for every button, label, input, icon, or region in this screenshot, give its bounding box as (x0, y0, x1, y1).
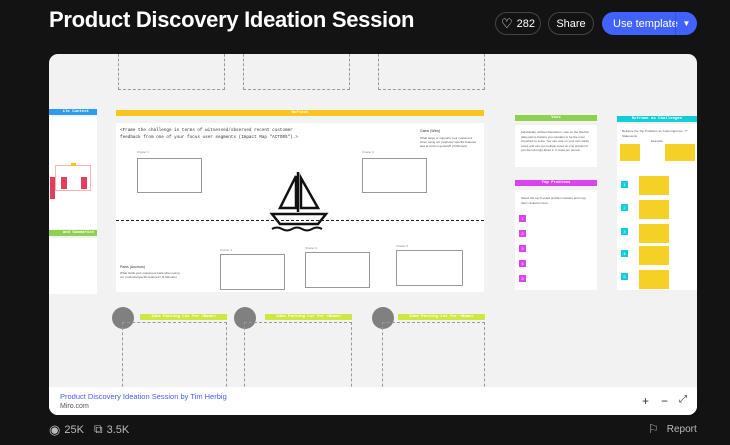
reflect-prompt: <Frame the challenge in terms of witness… (120, 128, 293, 133)
cluster-box (305, 252, 370, 288)
flag-icon: ⚐ (648, 422, 659, 436)
sticky-note (639, 200, 669, 219)
embed-footer: Product Discovery Ideation Session by Ti… (49, 387, 697, 415)
site-label: Miro.com (60, 403, 89, 410)
pains-text: What holds your customers back when usin… (120, 271, 180, 279)
sticky-note (639, 270, 669, 289)
rank-badge: 2 (621, 204, 628, 211)
cluster-label: Cluster 4 (305, 246, 318, 250)
top-problems-panel: Select the top 5 voted problem clusters … (515, 190, 597, 290)
dashed-frame (118, 54, 225, 90)
summarize-header: and Summarize (49, 230, 97, 236)
waterline (116, 220, 484, 221)
rank-badge: 2 (519, 230, 526, 237)
copy-count: ⧉ 3.5K (94, 422, 130, 436)
gains-text: What helps or supports your customers wh… (420, 136, 477, 148)
dashed-frame (378, 54, 485, 90)
cluster-box (220, 254, 285, 290)
context-panel (49, 117, 97, 229)
fullscreen-icon[interactable]: ⤢ (679, 394, 687, 405)
eye-icon: ◉ (49, 422, 61, 437)
rank-badge: 5 (519, 275, 526, 282)
board-link[interactable]: Product Discovery Ideation Session by Ti… (60, 392, 227, 401)
cluster-box (362, 158, 427, 193)
parking-lot-header: Idea Parking Lot for <Name> (140, 314, 227, 320)
example-label: Example (651, 139, 663, 143)
rank-badge: 4 (519, 260, 526, 267)
board-preview[interactable]: ile Context and Summarize Reflect <Frame… (49, 54, 697, 415)
gains-title: Gains (Wins) (420, 129, 441, 133)
view-count: ◉ 25K (49, 422, 84, 437)
cluster-box (396, 250, 463, 286)
cluster-label: Cluster 5 (396, 244, 409, 248)
summarize-panel (49, 238, 97, 294)
reframe-text: Reframe the Top Problems as "How might w… (622, 129, 688, 138)
heart-icon: ♡ (500, 15, 513, 31)
sticky-note (639, 224, 669, 243)
rank-badge: 3 (519, 245, 526, 252)
reflect-panel: <Frame the challenge in terms of witness… (116, 123, 484, 292)
zoom-out-icon[interactable]: − (661, 394, 668, 408)
cluster-label: Cluster 1 (137, 150, 150, 154)
context-header: ile Context (49, 109, 97, 115)
use-template-button[interactable]: Use template ▼ (602, 12, 697, 35)
rank-badge: 3 (621, 228, 628, 235)
reframe-header: Reframe as Challenges (617, 116, 697, 122)
sailboat-icon (266, 166, 334, 234)
rank-badge: 1 (519, 215, 526, 222)
parking-lot-header: Idea Parking Lot for <Name> (265, 314, 352, 320)
rank-badge: 1 (621, 181, 628, 188)
cluster-label: Cluster 3 (220, 248, 233, 252)
cluster-box (137, 158, 202, 193)
sticky-note (639, 176, 669, 195)
pains-title: Pains (Anchors) (120, 265, 145, 269)
vote-header: Vote (515, 115, 597, 121)
vote-panel: Individually, without discussion, vote o… (515, 125, 597, 167)
top-problems-text: Select the top 5 voted problem clusters … (521, 196, 586, 205)
parking-lot-header: Idea Parking Lot for <Name> (398, 314, 485, 320)
reframe-panel: Reframe the Top Problems as "How might w… (617, 124, 697, 290)
chevron-down-icon[interactable]: ▼ (675, 12, 697, 35)
share-button[interactable]: Share (548, 12, 594, 35)
like-button[interactable]: ♡ 282 (495, 12, 541, 35)
page-title: Product Discovery Ideation Session (49, 7, 415, 32)
reflect-prompt: feedback from one of your focus user seg… (120, 135, 298, 140)
cluster-label: Cluster 2 (362, 150, 375, 154)
rank-badge: 5 (621, 273, 628, 280)
sticky-note (639, 246, 669, 265)
vote-text: Individually, without discussion, vote o… (521, 130, 590, 152)
zoom-in-icon[interactable]: + (642, 394, 649, 408)
dashed-frame (243, 54, 350, 90)
copy-icon: ⧉ (94, 422, 103, 436)
rank-badge: 4 (621, 250, 628, 257)
top-problems-header: Top Problems (515, 180, 597, 186)
reflect-header: Reflect (116, 110, 484, 116)
report-button[interactable]: ⚐ Report (648, 422, 697, 436)
